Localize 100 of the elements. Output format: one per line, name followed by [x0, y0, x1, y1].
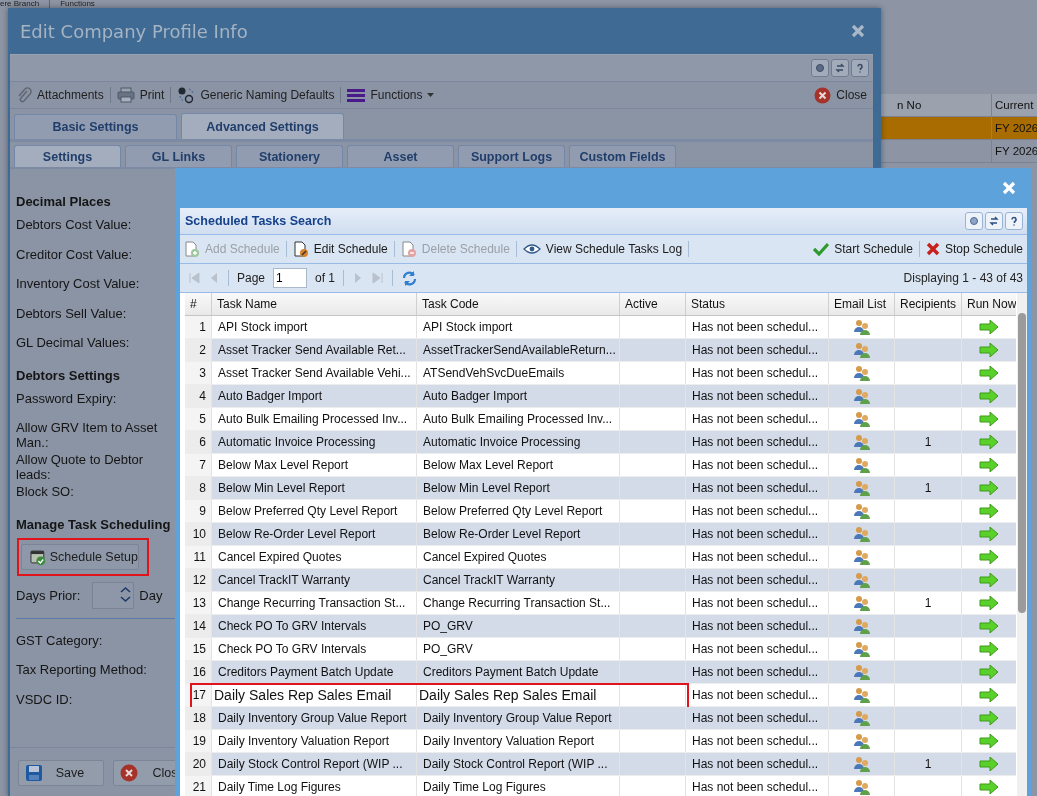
people-icon[interactable]	[852, 571, 871, 589]
tab[interactable]: Stationery	[236, 145, 343, 167]
tab[interactable]: Asset	[347, 145, 454, 167]
refresh-icon[interactable]	[831, 59, 849, 77]
settings-icon[interactable]	[811, 59, 829, 77]
people-icon[interactable]	[852, 318, 871, 336]
people-icon[interactable]	[852, 341, 871, 359]
table-row[interactable]: 18 Daily Inventory Group Value Report Daily Inventory Group Value Report Has not been schedul...	[185, 707, 1016, 730]
people-icon[interactable]	[852, 548, 871, 566]
arrow-icon[interactable]	[979, 504, 999, 518]
people-icon[interactable]	[852, 755, 871, 773]
tab[interactable]: GL Links	[125, 145, 232, 167]
people-icon[interactable]	[852, 778, 871, 796]
tab[interactable]: Custom Fields	[569, 145, 676, 167]
column-header[interactable]: Task Code	[417, 293, 620, 315]
people-icon[interactable]	[852, 640, 871, 658]
people-icon[interactable]	[852, 617, 871, 635]
table-row[interactable]: 2 Asset Tracker Send Available Ret... AssetTrackerSendAvailableReturn... Has not been schedul...	[185, 339, 1016, 362]
arrow-icon[interactable]	[979, 458, 999, 472]
column-header[interactable]: Email List	[829, 293, 895, 315]
branch-label[interactable]: ere Branch	[0, 0, 40, 8]
arrow-icon[interactable]	[979, 527, 999, 541]
people-icon[interactable]	[852, 732, 871, 750]
people-icon[interactable]	[852, 502, 871, 520]
column-header[interactable]: Status	[686, 293, 829, 315]
arrow-icon[interactable]	[979, 343, 999, 357]
people-icon[interactable]	[852, 456, 871, 474]
table-row[interactable]: 14 Check PO To GRV Intervals PO_GRV Has not been schedul...	[185, 615, 1016, 638]
people-icon[interactable]	[852, 479, 871, 497]
people-icon[interactable]	[852, 686, 871, 704]
close-icon[interactable]	[851, 24, 865, 38]
settings-icon[interactable]	[965, 212, 983, 230]
table-cell: Automatic Invoice Processing	[417, 431, 620, 453]
attachments-button[interactable]: Attachments	[16, 86, 104, 104]
people-icon[interactable]	[852, 433, 871, 451]
tab[interactable]: Support Logs	[458, 145, 565, 167]
tab[interactable]: Basic Settings	[14, 114, 177, 139]
arrow-icon[interactable]	[979, 366, 999, 380]
start-schedule-button[interactable]: Start Schedule	[813, 242, 913, 256]
table-row[interactable]: FY 2026	[878, 117, 1037, 140]
column-header[interactable]: Recipients	[895, 293, 962, 315]
column-header[interactable]: Task Name	[212, 293, 417, 315]
table-row[interactable]: 10 Below Re-Order Level Report Below Re-Order Level Report Has not been schedul...	[185, 523, 1016, 546]
arrow-icon[interactable]	[979, 596, 999, 610]
table-row[interactable]: 12 Cancel TrackIT Warranty Cancel TrackIT Warranty Has not been schedul...	[185, 569, 1016, 592]
table-row[interactable]: 16 Creditors Payment Batch Update Creditors Payment Batch Update Has not been schedul...	[185, 661, 1016, 684]
people-icon[interactable]	[852, 594, 871, 612]
column-header[interactable]: Active	[620, 293, 686, 315]
refresh-icon[interactable]	[985, 212, 1003, 230]
functions-button[interactable]: Functions	[347, 88, 435, 102]
arrow-icon[interactable]	[979, 435, 999, 449]
stop-schedule-button[interactable]: Stop Schedule	[925, 242, 1023, 256]
arrow-icon[interactable]	[979, 711, 999, 725]
table-cell: Cancel Expired Quotes	[417, 546, 620, 568]
people-icon[interactable]	[852, 410, 871, 428]
edit-schedule-button[interactable]: Edit Schedule	[292, 240, 388, 258]
arrow-icon[interactable]	[979, 481, 999, 495]
arrow-icon[interactable]	[979, 550, 999, 564]
close-button[interactable]: Close	[814, 86, 867, 104]
table-row[interactable]: 20 Daily Stock Control Report (WIP ... Daily Stock Control Report (WIP ... Has not been schedul... 1	[185, 753, 1016, 776]
caret-icon	[427, 93, 435, 97]
arrow-icon[interactable]	[979, 688, 999, 702]
arrow-icon[interactable]	[979, 573, 999, 587]
view-log-button[interactable]: View Schedule Tasks Log	[522, 242, 683, 256]
table-cell: Has not been schedul...	[686, 408, 829, 430]
arrow-icon[interactable]	[979, 734, 999, 748]
naming-defaults-button[interactable]: Generic Naming Defaults	[177, 86, 335, 104]
table-row[interactable]: 6 Automatic Invoice Processing Automatic Invoice Processing Has not been schedul... 1	[185, 431, 1016, 454]
table-row[interactable]: 8 Below Min Level Report Below Min Level Report Has not been schedul... 1	[185, 477, 1016, 500]
people-icon[interactable]	[852, 525, 871, 543]
refresh-icon[interactable]	[401, 269, 419, 287]
arrow-icon[interactable]	[979, 320, 999, 334]
schedule-setup-button[interactable]: Schedule Setup	[21, 543, 139, 570]
tab[interactable]: Advanced Settings	[181, 113, 344, 139]
help-icon[interactable]	[851, 59, 869, 77]
table-row[interactable]: 4 Auto Badger Import Auto Badger Import Has not been schedul...	[185, 385, 1016, 408]
people-icon[interactable]	[852, 709, 871, 727]
column-header[interactable]: #	[185, 293, 212, 315]
row-number: 12	[185, 569, 212, 591]
print-button[interactable]: Print	[116, 87, 165, 103]
arrow-icon[interactable]	[979, 665, 999, 679]
days-prior-spinner[interactable]	[92, 582, 135, 609]
column-header[interactable]: Current	[991, 94, 1037, 116]
arrow-icon[interactable]	[979, 389, 999, 403]
page-number-field[interactable]: 1	[273, 268, 308, 288]
people-icon[interactable]	[852, 663, 871, 681]
people-icon[interactable]	[852, 387, 871, 405]
table-row[interactable]: 21 Daily Time Log Figures Daily Time Log Figures Has not been schedul...	[185, 776, 1016, 796]
arrow-icon[interactable]	[979, 780, 999, 794]
help-icon[interactable]	[1005, 212, 1023, 230]
people-icon[interactable]	[852, 364, 871, 382]
scrollbar[interactable]	[1017, 293, 1027, 796]
tab[interactable]: Settings	[14, 145, 121, 167]
functions-menu[interactable]: Functions	[60, 0, 95, 8]
arrow-icon[interactable]	[979, 642, 999, 656]
arrow-icon[interactable]	[979, 412, 999, 426]
save-button[interactable]: Save	[18, 760, 104, 786]
table-cell: Below Min Level Report	[212, 477, 417, 499]
arrow-icon[interactable]	[979, 757, 999, 771]
arrow-icon[interactable]	[979, 619, 999, 633]
